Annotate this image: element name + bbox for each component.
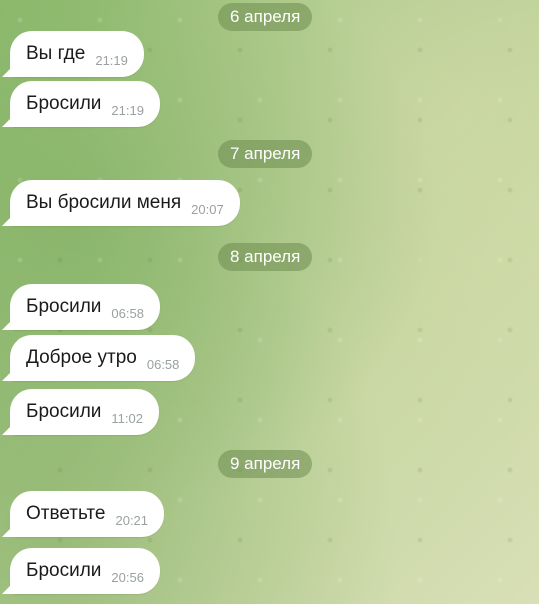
bubble-tail bbox=[2, 367, 16, 381]
date-separator: 6 апреля bbox=[218, 3, 313, 31]
message-bubble[interactable]: Доброе утро 06:58 bbox=[2, 335, 196, 381]
message-text: Бросили bbox=[26, 560, 102, 581]
date-separator: 7 апреля bbox=[218, 140, 313, 168]
message-time: 21:19 bbox=[111, 102, 144, 118]
message-text: Доброе утро bbox=[26, 347, 137, 368]
message-text: Вы где bbox=[26, 43, 86, 64]
bubble-tail bbox=[2, 63, 16, 77]
message-bubble[interactable]: Бросили 20:56 bbox=[2, 548, 160, 594]
message-text: Бросили bbox=[26, 401, 102, 422]
message-time: 06:58 bbox=[111, 305, 144, 321]
message-bubble[interactable]: Бросили 11:02 bbox=[2, 389, 159, 435]
message-text: Ответьте bbox=[26, 503, 106, 524]
message-bubble[interactable]: Бросили 21:19 bbox=[2, 81, 160, 127]
bubble-tail bbox=[2, 580, 16, 594]
message-bubble[interactable]: Вы где 21:19 bbox=[2, 31, 144, 77]
message-bubble[interactable]: Вы бросили меня 20:07 bbox=[2, 180, 240, 226]
message-text: Вы бросили меня bbox=[26, 192, 182, 213]
chat-history[interactable]: 6 апреля Вы где 21:19 Бросили 21:19 7 ап… bbox=[0, 0, 539, 604]
bubble-tail bbox=[2, 523, 16, 537]
message-time: 20:56 bbox=[111, 569, 144, 585]
message-text: Бросили bbox=[26, 296, 102, 317]
date-separator: 9 апреля bbox=[218, 450, 313, 478]
message-time: 20:21 bbox=[115, 512, 149, 528]
message-text: Бросили bbox=[26, 93, 102, 114]
message-bubble[interactable]: Бросили 06:58 bbox=[2, 284, 160, 330]
message-bubble[interactable]: Ответьте 20:21 bbox=[2, 491, 165, 537]
message-time: 21:19 bbox=[95, 52, 128, 68]
bubble-tail bbox=[2, 421, 16, 435]
message-time: 11:02 bbox=[111, 410, 143, 426]
bubble-tail bbox=[2, 113, 16, 127]
message-time: 06:58 bbox=[146, 356, 180, 372]
bubble-tail bbox=[2, 316, 16, 330]
bubble-tail bbox=[2, 212, 16, 226]
message-time: 20:07 bbox=[191, 201, 224, 217]
date-separator: 8 апреля bbox=[218, 243, 313, 271]
